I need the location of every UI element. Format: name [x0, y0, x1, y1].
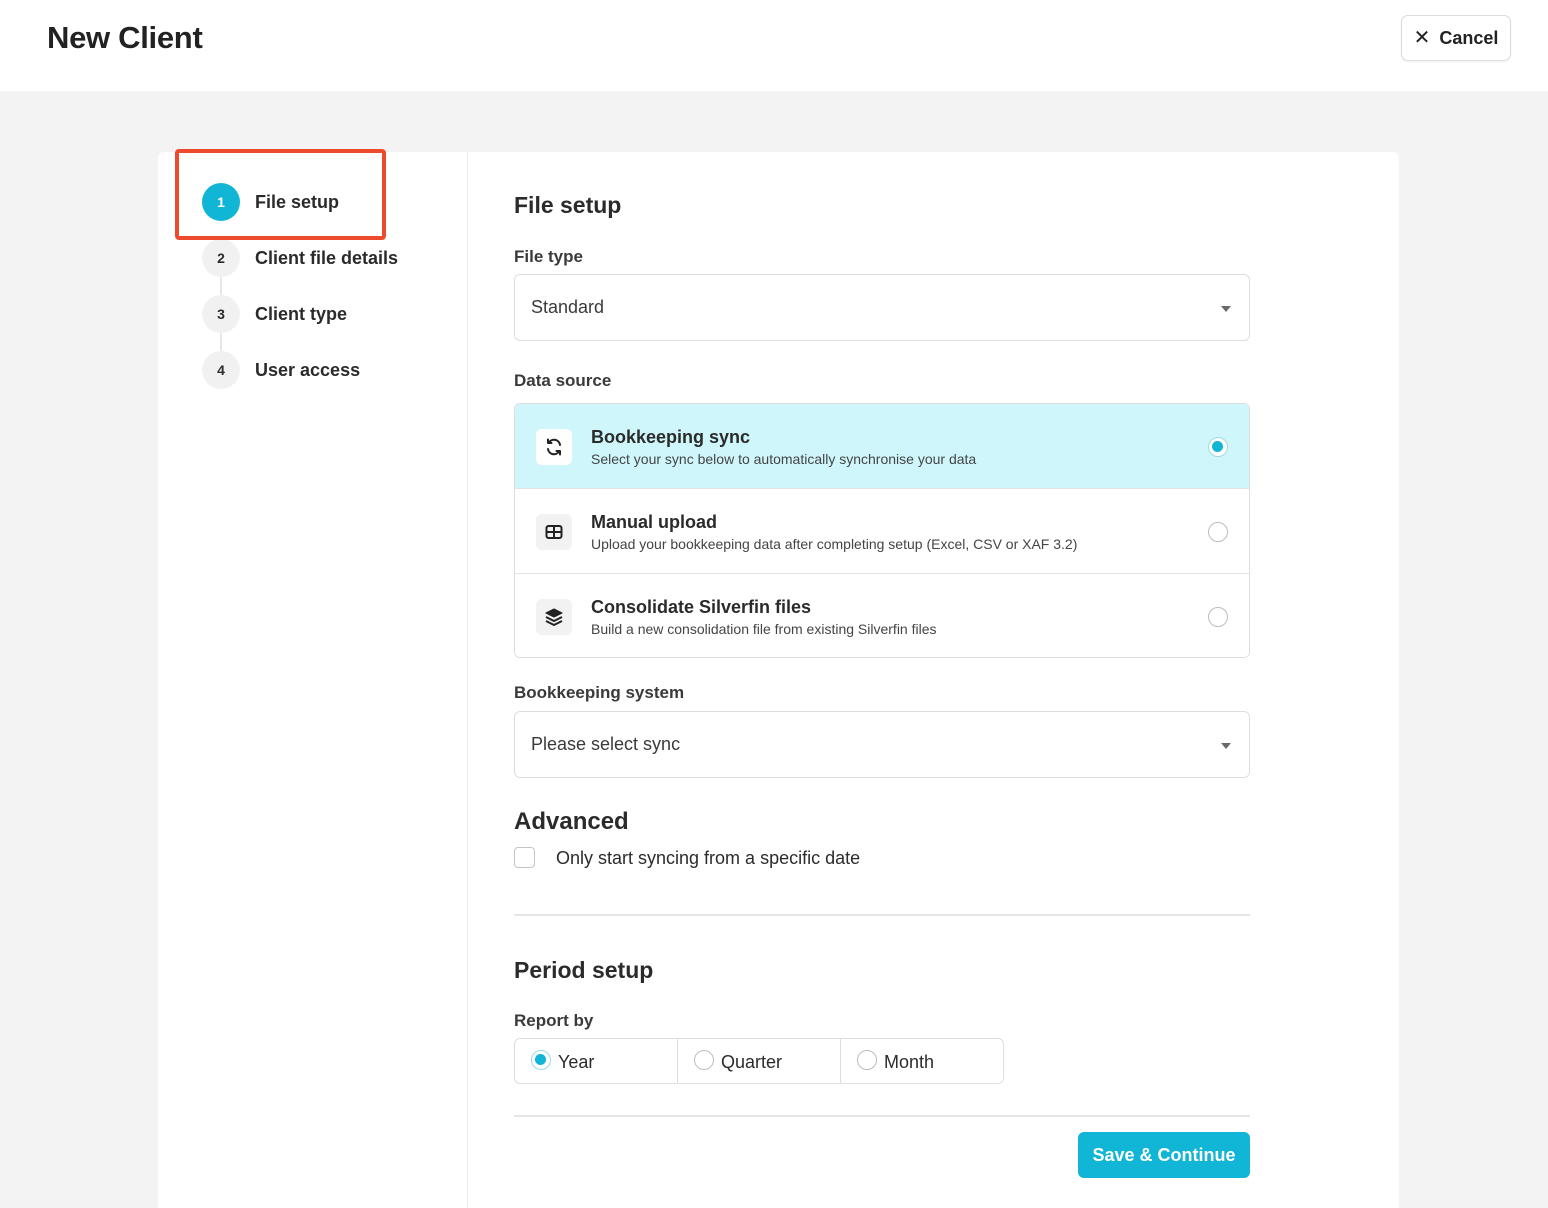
step-user-access[interactable]: 4 User access [202, 351, 360, 389]
step-file-setup[interactable]: 1 File setup [202, 183, 339, 221]
data-source-manual-upload[interactable]: Manual upload Upload your bookkeeping da… [515, 489, 1249, 574]
data-source-bookkeeping-sync[interactable]: Bookkeeping sync Select your sync below … [515, 404, 1249, 489]
page-title: New Client [47, 20, 203, 55]
report-by-option-label: Quarter [721, 1052, 783, 1072]
bookkeeping-system-select[interactable]: Please select sync [514, 711, 1250, 778]
cancel-button-label: Cancel [1439, 27, 1499, 48]
sync-date-checkbox[interactable] [514, 847, 535, 868]
bookkeeping-system-label: Bookkeeping system [514, 683, 685, 702]
report-by-segmented-control: Year Quarter Month [514, 1038, 1004, 1084]
report-by-quarter[interactable]: Quarter [678, 1039, 841, 1083]
step-label: User access [255, 359, 361, 380]
caret-down-icon [1221, 743, 1231, 749]
caret-down-icon [1221, 306, 1231, 312]
cancel-button[interactable]: ✕ Cancel [1401, 15, 1511, 61]
step-client-type[interactable]: 3 Client type [202, 295, 347, 333]
step-client-file-details[interactable]: 2 Client file details [202, 239, 398, 277]
table-icon [536, 514, 572, 550]
step-number: 1 [202, 183, 240, 221]
period-setup-heading: Period setup [514, 957, 654, 983]
footer-divider [514, 1115, 1250, 1117]
data-source-description: Upload your bookkeeping data after compl… [591, 536, 1078, 552]
data-source-title: Bookkeeping sync [591, 427, 751, 447]
file-type-select[interactable]: Standard [514, 274, 1250, 341]
report-by-month[interactable]: Month [841, 1039, 1003, 1083]
top-header: New Client ✕ Cancel [0, 0, 1548, 91]
section-divider [514, 914, 1250, 916]
save-continue-button[interactable]: Save & Continue [1078, 1132, 1250, 1178]
report-by-year[interactable]: Year [515, 1039, 678, 1083]
radio-button[interactable] [694, 1050, 714, 1070]
step-number: 2 [202, 239, 240, 277]
sidebar-divider [467, 152, 468, 1208]
step-number: 3 [202, 295, 240, 333]
report-by-option-label: Month [884, 1052, 935, 1072]
data-source-title: Manual upload [591, 512, 717, 532]
data-source-options: Bookkeeping sync Select your sync below … [514, 403, 1250, 658]
step-label: Client type [255, 303, 348, 324]
sync-icon [536, 429, 572, 465]
advanced-heading: Advanced [514, 808, 629, 835]
report-by-label: Report by [514, 1011, 594, 1030]
data-source-consolidate[interactable]: Consolidate Silverfin files Build a new … [515, 574, 1249, 657]
radio-button[interactable] [1208, 522, 1228, 542]
radio-button[interactable] [531, 1050, 551, 1070]
sync-date-label: Only start syncing from a specific date [556, 848, 861, 868]
radio-button[interactable] [857, 1050, 877, 1070]
layers-icon [536, 599, 572, 635]
file-type-label: File type [514, 247, 583, 266]
step-label: Client file details [255, 247, 399, 268]
data-source-description: Build a new consolidation file from exis… [591, 621, 937, 637]
data-source-description: Select your sync below to automatically … [591, 451, 977, 467]
file-type-value: Standard [531, 297, 605, 317]
bookkeeping-system-value: Please select sync [531, 734, 681, 754]
report-by-option-label: Year [558, 1052, 595, 1072]
file-setup-heading: File setup [514, 192, 622, 218]
close-icon: ✕ [1413, 27, 1431, 49]
step-number: 4 [202, 351, 240, 389]
data-source-title: Consolidate Silverfin files [591, 597, 812, 617]
data-source-label: Data source [514, 371, 612, 390]
step-label: File setup [255, 191, 340, 212]
radio-button[interactable] [1208, 437, 1228, 457]
radio-button[interactable] [1208, 607, 1228, 627]
